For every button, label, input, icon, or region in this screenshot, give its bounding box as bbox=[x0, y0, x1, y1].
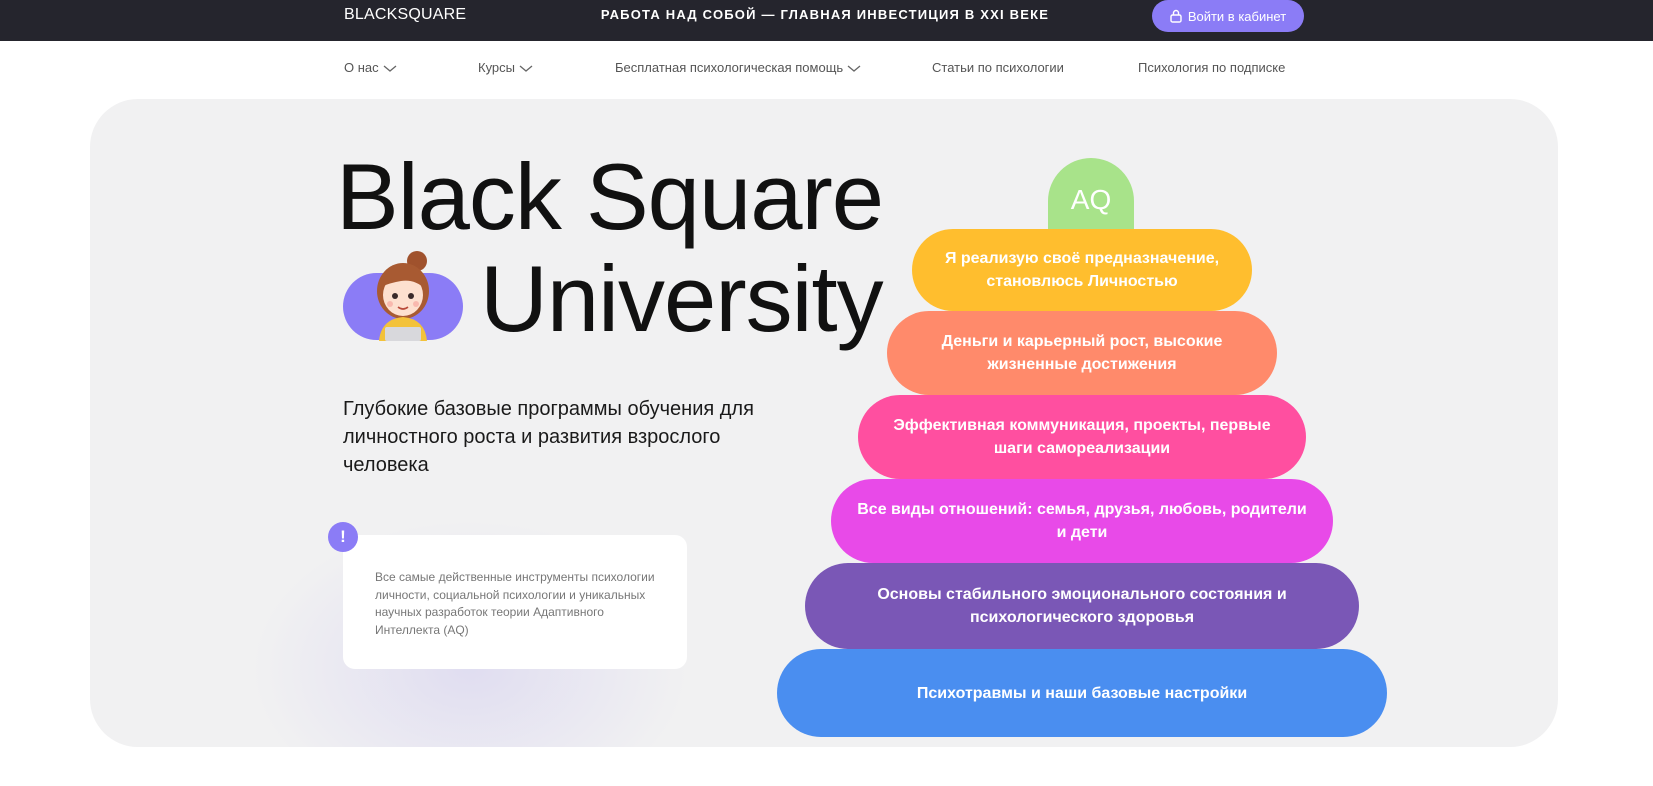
nav-item-label: Курсы bbox=[478, 60, 516, 75]
hero-section: Black Square University Глубокие базовые… bbox=[90, 99, 1558, 747]
hero-title-line1: Black Square bbox=[336, 144, 884, 249]
chevron-down-icon bbox=[383, 65, 397, 72]
pyramid-tier-label: Психотравмы и наши базовые настройки bbox=[916, 684, 1248, 702]
chevron-down-icon bbox=[847, 65, 861, 72]
pyramid-tier-label: Я реализую своё предназначение, становлю… bbox=[944, 250, 1220, 290]
nav-item-about[interactable]: О нас bbox=[344, 60, 397, 75]
pyramid-tier-label: Деньги и карьерный рост, высокие жизненн… bbox=[941, 333, 1223, 373]
pyramid-tier-label: Эффективная коммуникация, проекты, первы… bbox=[893, 417, 1271, 457]
chevron-down-icon bbox=[519, 65, 533, 72]
hero-title-line2: University bbox=[480, 246, 884, 351]
top-bar: BLACKSQUARE РАБОТА НАД СОБОЙ — ГЛАВНАЯ И… bbox=[0, 0, 1653, 41]
lock-icon bbox=[1170, 9, 1182, 23]
pyramid-tier-4[interactable]: Все виды отношений: семья, друзья, любов… bbox=[831, 479, 1333, 563]
info-note-text: Все самые действенные инструменты психол… bbox=[375, 570, 655, 637]
nav-item-articles[interactable]: Статьи по психологии bbox=[932, 60, 1064, 75]
exclamation-icon: ! bbox=[328, 522, 358, 552]
nav-item-courses[interactable]: Курсы bbox=[478, 60, 533, 75]
pyramid-tier-label: Основы стабильного эмоционального состоя… bbox=[877, 586, 1287, 626]
avatar-illustration bbox=[377, 251, 429, 341]
nav-item-label: Статьи по психологии bbox=[932, 60, 1064, 75]
nav-item-label: О нас bbox=[344, 60, 379, 75]
brand-logo[interactable]: BLACKSQUARE bbox=[344, 6, 466, 24]
pyramid-tier-label: Все виды отношений: семья, друзья, любов… bbox=[857, 501, 1307, 541]
pyramid-tier-6[interactable]: Психотравмы и наши базовые настройки bbox=[777, 649, 1387, 737]
avatar-pill bbox=[343, 251, 463, 341]
pyramid-tier-5[interactable]: Основы стабильного эмоционального состоя… bbox=[805, 563, 1359, 649]
pyramid-tier-1[interactable]: Я реализую своё предназначение, становлю… bbox=[912, 229, 1252, 311]
main-nav: О нас Курсы Бесплатная психологическая п… bbox=[0, 60, 1653, 80]
hero-subtitle: Глубокие базовые программы обучения для … bbox=[343, 398, 754, 476]
login-button[interactable]: Войти в кабинет bbox=[1152, 0, 1304, 32]
info-note-card: Все самые действенные инструменты психол… bbox=[343, 535, 687, 669]
nav-item-subscription[interactable]: Психология по подписке bbox=[1138, 60, 1285, 75]
nav-item-free-help[interactable]: Бесплатная психологическая помощь bbox=[615, 60, 861, 75]
pyramid-tier-2[interactable]: Деньги и карьерный рост, высокие жизненн… bbox=[887, 311, 1277, 395]
login-button-label: Войти в кабинет bbox=[1187, 8, 1287, 24]
header-tagline: РАБОТА НАД СОБОЙ — ГЛАВНАЯ ИНВЕСТИЦИЯ В … bbox=[600, 7, 1050, 22]
pyramid-tier-3[interactable]: Эффективная коммуникация, проекты, первы… bbox=[858, 395, 1306, 479]
nav-item-label: Бесплатная психологическая помощь bbox=[615, 60, 844, 75]
nav-item-label: Психология по подписке bbox=[1138, 60, 1286, 75]
